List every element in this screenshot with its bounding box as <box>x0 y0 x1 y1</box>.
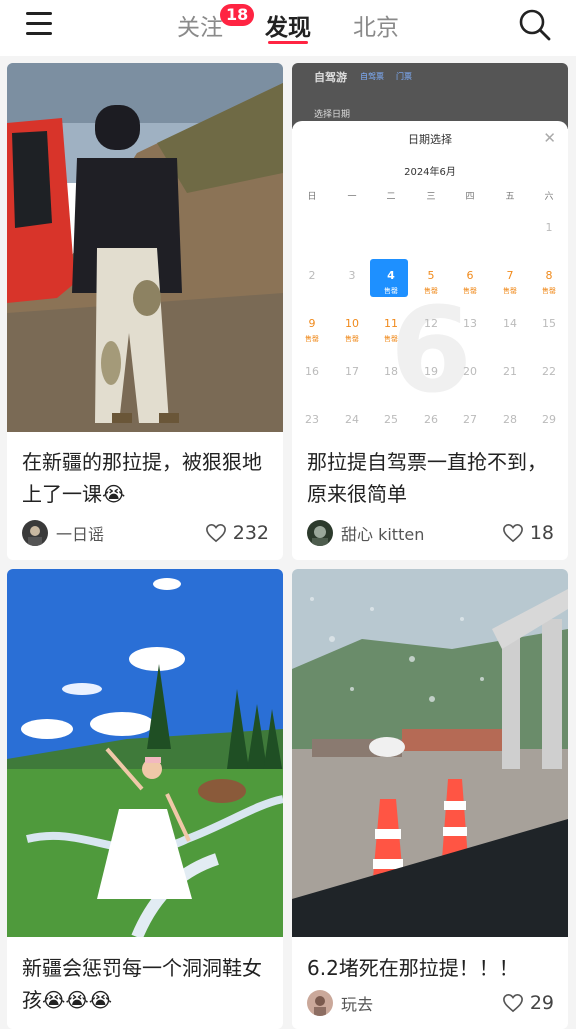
post-title[interactable]: 在新疆的那拉提，被狠狠地上了一课😭 <box>22 446 272 510</box>
calendar-sold-out-label: 售罄 <box>542 287 556 295</box>
post-card[interactable]: 在新疆的那拉提，被狠狠地上了一课😭 一日谣 232 <box>7 63 283 560</box>
calendar-day: 24 <box>345 413 359 426</box>
post-card[interactable]: 6.2堵死在那拉提！！！ 玩去 29 <box>292 569 568 1029</box>
calendar-sold-out-label: 售罄 <box>503 287 517 295</box>
like-button[interactable]: 18 <box>502 520 554 546</box>
calendar-day: 27 <box>463 413 477 426</box>
calendar-day: 10 <box>345 317 359 330</box>
calendar-day: 3 <box>348 269 356 282</box>
calendar-app-title: 自驾游 <box>314 71 347 84</box>
like-count: 18 <box>529 522 554 544</box>
post-card[interactable]: 自驾游 自驾票 门票 选择日期 日期选择 ✕ 2024年6月 日 一 二 三 四 五 六 6… <box>292 63 568 560</box>
author-avatar[interactable] <box>307 990 333 1016</box>
calendar-day: 15 <box>542 317 556 330</box>
calendar-day: 29 <box>542 413 556 426</box>
calendar-day: 26 <box>424 413 438 426</box>
calendar-weekday: 五 <box>505 192 515 202</box>
top-navigation-bar: 关注 18 发现 北京 <box>0 0 576 56</box>
calendar-day: 9 <box>308 317 316 330</box>
calendar-sold-out-label: 售罄 <box>345 335 359 343</box>
calendar-weekday: 四 <box>465 192 475 202</box>
calendar-day: 2 <box>308 269 316 282</box>
calendar-sold-out-label: 售罄 <box>424 287 438 295</box>
like-count: 29 <box>529 992 554 1014</box>
calendar-day: 14 <box>503 317 517 330</box>
heart-icon <box>502 993 523 1013</box>
calendar-app-tab: 门票 <box>396 72 412 81</box>
calendar-day: 1 <box>545 221 553 234</box>
calendar-weekday: 日 <box>307 192 317 202</box>
calendar-weekday: 一 <box>347 192 357 202</box>
calendar-day: 22 <box>542 365 556 378</box>
calendar-watermark-digit: 6 <box>390 281 473 419</box>
author-name[interactable]: 一日谣 <box>56 521 104 545</box>
follow-notification-badge: 18 <box>220 4 255 26</box>
tab-beijing[interactable]: 北京 <box>353 8 399 42</box>
heart-icon <box>205 523 226 543</box>
calendar-weekday: 二 <box>386 192 396 202</box>
post-cover-image[interactable] <box>7 63 283 432</box>
calendar-weekday: 六 <box>544 192 554 202</box>
calendar-weekday: 三 <box>426 192 436 202</box>
calendar-sold-out-label: 售罄 <box>463 287 477 295</box>
calendar-day: 19 <box>424 365 438 378</box>
calendar-day: 5 <box>427 269 435 282</box>
calendar-day: 17 <box>345 365 359 378</box>
tab-follow[interactable]: 关注 <box>177 8 223 42</box>
search-icon[interactable] <box>518 8 552 42</box>
calendar-day: 21 <box>503 365 517 378</box>
post-cover-image[interactable]: 自驾游 自驾票 门票 选择日期 日期选择 ✕ 2024年6月 日 一 二 三 四 五 六 6… <box>292 63 568 432</box>
calendar-sold-out-label: 售罄 <box>384 335 398 343</box>
calendar-day: 28 <box>503 413 517 426</box>
author-avatar[interactable] <box>307 520 333 546</box>
calendar-app-header: 自驾游 自驾票 门票 选择日期 <box>292 63 568 129</box>
calendar-month: 2024年6月 <box>404 167 456 178</box>
heart-icon <box>502 523 523 543</box>
calendar-day: 6 <box>466 269 474 282</box>
calendar-day: 16 <box>305 365 319 378</box>
post-author[interactable]: 甜心 kitten <box>307 520 424 546</box>
post-title[interactable]: 新疆会惩罚每一个洞洞鞋女孩😭😭😭 <box>22 952 272 1016</box>
author-name[interactable]: 甜心 kitten <box>341 521 424 545</box>
calendar-day: 4 <box>387 269 395 282</box>
calendar-day: 12 <box>424 317 438 330</box>
calendar-dialog-title: 日期选择 <box>408 133 452 146</box>
calendar-sold-out-label: 售罄 <box>384 287 398 295</box>
post-title[interactable]: 那拉提自驾票一直抢不到，原来很简单 <box>307 446 557 510</box>
like-button[interactable]: 232 <box>205 520 269 546</box>
calendar-app-tab: 自驾票 <box>360 72 384 81</box>
calendar-sold-out-label: 售罄 <box>305 335 319 343</box>
author-name[interactable]: 玩去 <box>341 991 373 1015</box>
post-author[interactable]: 一日谣 <box>22 520 104 546</box>
close-icon: ✕ <box>543 129 556 147</box>
calendar-day: 13 <box>463 317 477 330</box>
calendar-day: 8 <box>545 269 553 282</box>
tab-discover[interactable]: 发现 <box>265 8 311 42</box>
post-card[interactable]: 新疆会惩罚每一个洞洞鞋女孩😭😭😭 <box>7 569 283 1029</box>
like-button[interactable]: 29 <box>502 990 554 1016</box>
calendar-day: 23 <box>305 413 319 426</box>
hamburger-menu-icon[interactable] <box>24 12 56 38</box>
post-cover-image[interactable] <box>292 569 568 937</box>
post-author[interactable]: 玩去 <box>307 990 373 1016</box>
calendar-day: 18 <box>384 365 398 378</box>
calendar-dialog: 日期选择 ✕ 2024年6月 日一二三四五六 6 1 2 3 4 售罄 5 售罄 6 售罄 7 售罄… <box>292 121 568 432</box>
post-cover-image[interactable] <box>7 569 283 937</box>
calendar-select-label: 选择日期 <box>314 110 351 120</box>
calendar-day: 20 <box>463 365 477 378</box>
active-tab-indicator <box>268 41 308 44</box>
like-count: 232 <box>232 522 269 544</box>
calendar-day: 25 <box>384 413 398 426</box>
calendar-day: 7 <box>506 269 514 282</box>
calendar-day: 11 <box>384 317 398 330</box>
author-avatar[interactable] <box>22 520 48 546</box>
post-title[interactable]: 6.2堵死在那拉提！！！ <box>307 952 557 984</box>
